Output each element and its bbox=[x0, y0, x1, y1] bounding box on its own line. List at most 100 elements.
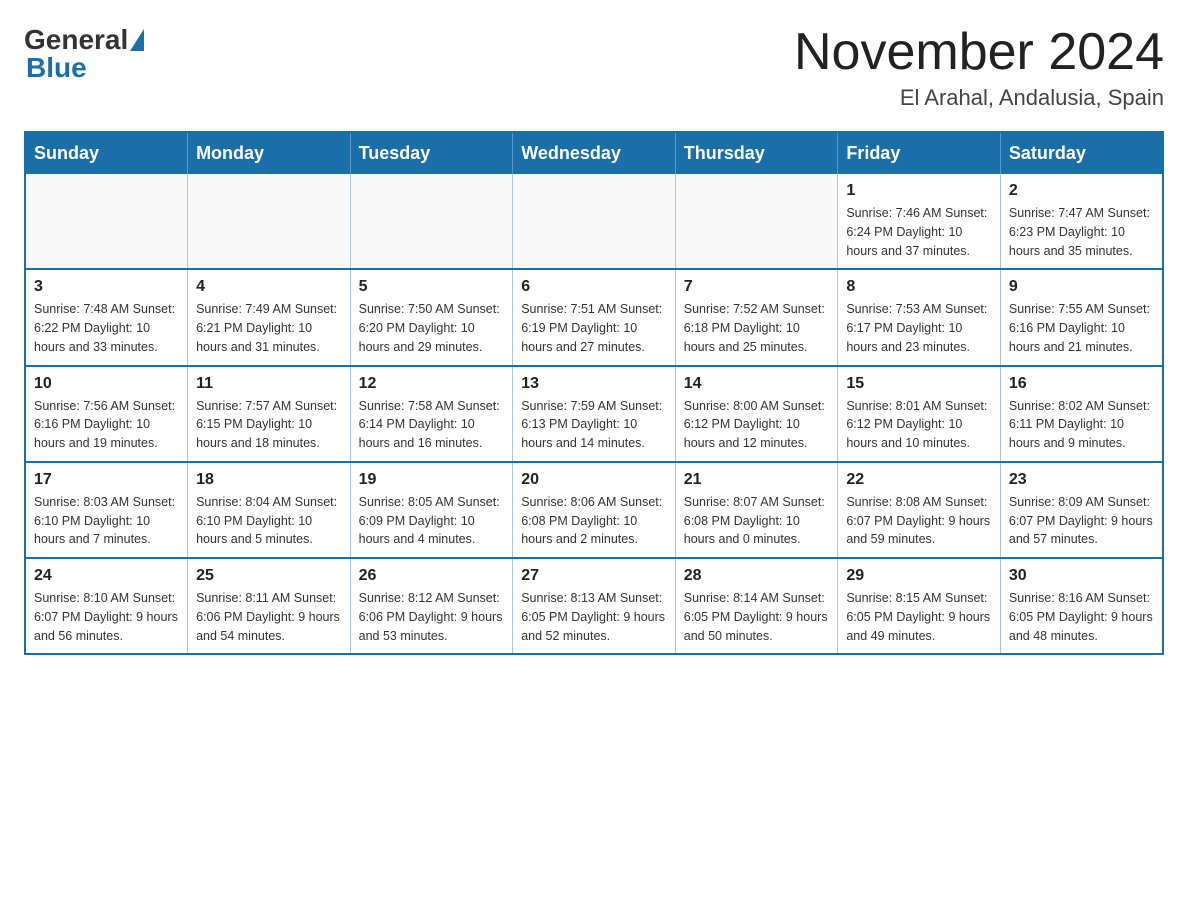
logo-triangle-icon bbox=[130, 29, 144, 51]
day-info: Sunrise: 7:50 AM Sunset: 6:20 PM Dayligh… bbox=[359, 300, 505, 356]
table-row: 3 Sunrise: 7:48 AM Sunset: 6:22 PM Daylig… bbox=[25, 269, 188, 365]
day-info: Sunrise: 7:58 AM Sunset: 6:14 PM Dayligh… bbox=[359, 397, 505, 453]
calendar-week-row: 1 Sunrise: 7:46 AM Sunset: 6:24 PM Daylig… bbox=[25, 174, 1163, 269]
day-number: 1 bbox=[846, 182, 992, 200]
day-number: 7 bbox=[684, 278, 830, 296]
day-info: Sunrise: 8:06 AM Sunset: 6:08 PM Dayligh… bbox=[521, 493, 667, 549]
day-number: 26 bbox=[359, 567, 505, 585]
day-info: Sunrise: 7:53 AM Sunset: 6:17 PM Dayligh… bbox=[846, 300, 992, 356]
table-row: 7 Sunrise: 7:52 AM Sunset: 6:18 PM Daylig… bbox=[675, 269, 838, 365]
day-number: 8 bbox=[846, 278, 992, 296]
day-number: 19 bbox=[359, 471, 505, 489]
day-info: Sunrise: 8:10 AM Sunset: 6:07 PM Dayligh… bbox=[34, 589, 179, 645]
day-info: Sunrise: 7:56 AM Sunset: 6:16 PM Dayligh… bbox=[34, 397, 179, 453]
day-info: Sunrise: 8:08 AM Sunset: 6:07 PM Dayligh… bbox=[846, 493, 992, 549]
day-info: Sunrise: 7:52 AM Sunset: 6:18 PM Dayligh… bbox=[684, 300, 830, 356]
table-row: 15Sunrise: 8:01 AM Sunset: 6:12 PM Dayli… bbox=[838, 366, 1001, 462]
day-number: 16 bbox=[1009, 375, 1154, 393]
day-number: 9 bbox=[1009, 278, 1154, 296]
day-number: 20 bbox=[521, 471, 667, 489]
day-number: 13 bbox=[521, 375, 667, 393]
table-row: 28 Sunrise: 8:14 AM Sunset: 6:05 PM Dayli… bbox=[675, 558, 838, 654]
day-info: Sunrise: 8:13 AM Sunset: 6:05 PM Dayligh… bbox=[521, 589, 667, 645]
day-number: 25 bbox=[196, 567, 342, 585]
table-row: 18 Sunrise: 8:04 AM Sunset: 6:10 PM Dayli… bbox=[188, 462, 351, 558]
calendar-table: Sunday Monday Tuesday Wednesday Thursday… bbox=[24, 131, 1164, 655]
table-row: 2 Sunrise: 7:47 AM Sunset: 6:23 PM Daylig… bbox=[1000, 174, 1163, 269]
day-number: 3 bbox=[34, 278, 179, 296]
table-row: 5Sunrise: 7:50 AM Sunset: 6:20 PM Daylig… bbox=[350, 269, 513, 365]
table-row: 24 Sunrise: 8:10 AM Sunset: 6:07 PM Dayli… bbox=[25, 558, 188, 654]
header-wednesday: Wednesday bbox=[513, 132, 676, 174]
table-row: 10 Sunrise: 7:56 AM Sunset: 6:16 PM Dayli… bbox=[25, 366, 188, 462]
table-row: 21 Sunrise: 8:07 AM Sunset: 6:08 PM Dayli… bbox=[675, 462, 838, 558]
table-row: 17Sunrise: 8:03 AM Sunset: 6:10 PM Dayli… bbox=[25, 462, 188, 558]
day-info: Sunrise: 8:01 AM Sunset: 6:12 PM Dayligh… bbox=[846, 397, 992, 453]
logo-blue-text: Blue bbox=[26, 52, 87, 84]
table-row: 8 Sunrise: 7:53 AM Sunset: 6:17 PM Daylig… bbox=[838, 269, 1001, 365]
table-row: 29Sunrise: 8:15 AM Sunset: 6:05 PM Dayli… bbox=[838, 558, 1001, 654]
logo: General Blue bbox=[24, 24, 146, 84]
day-number: 21 bbox=[684, 471, 830, 489]
day-info: Sunrise: 7:51 AM Sunset: 6:19 PM Dayligh… bbox=[521, 300, 667, 356]
day-number: 27 bbox=[521, 567, 667, 585]
day-number: 12 bbox=[359, 375, 505, 393]
page-header: General Blue November 2024 El Arahal, An… bbox=[24, 24, 1164, 111]
table-row: 23 Sunrise: 8:09 AM Sunset: 6:07 PM Dayli… bbox=[1000, 462, 1163, 558]
table-row: 13 Sunrise: 7:59 AM Sunset: 6:13 PM Dayli… bbox=[513, 366, 676, 462]
table-row: 26Sunrise: 8:12 AM Sunset: 6:06 PM Dayli… bbox=[350, 558, 513, 654]
header-thursday: Thursday bbox=[675, 132, 838, 174]
day-number: 28 bbox=[684, 567, 830, 585]
table-row: 16Sunrise: 8:02 AM Sunset: 6:11 PM Dayli… bbox=[1000, 366, 1163, 462]
day-number: 2 bbox=[1009, 182, 1154, 200]
table-row: 20 Sunrise: 8:06 AM Sunset: 6:08 PM Dayli… bbox=[513, 462, 676, 558]
day-number: 18 bbox=[196, 471, 342, 489]
day-number: 24 bbox=[34, 567, 179, 585]
header-sunday: Sunday bbox=[25, 132, 188, 174]
calendar-week-row: 17Sunrise: 8:03 AM Sunset: 6:10 PM Dayli… bbox=[25, 462, 1163, 558]
day-info: Sunrise: 7:47 AM Sunset: 6:23 PM Dayligh… bbox=[1009, 204, 1154, 260]
table-row: 1 Sunrise: 7:46 AM Sunset: 6:24 PM Daylig… bbox=[838, 174, 1001, 269]
day-info: Sunrise: 7:57 AM Sunset: 6:15 PM Dayligh… bbox=[196, 397, 342, 453]
table-row bbox=[350, 174, 513, 269]
day-info: Sunrise: 7:59 AM Sunset: 6:13 PM Dayligh… bbox=[521, 397, 667, 453]
table-row: 9 Sunrise: 7:55 AM Sunset: 6:16 PM Daylig… bbox=[1000, 269, 1163, 365]
day-info: Sunrise: 7:48 AM Sunset: 6:22 PM Dayligh… bbox=[34, 300, 179, 356]
table-row: 4 Sunrise: 7:49 AM Sunset: 6:21 PM Daylig… bbox=[188, 269, 351, 365]
day-number: 14 bbox=[684, 375, 830, 393]
table-row bbox=[675, 174, 838, 269]
day-info: Sunrise: 8:14 AM Sunset: 6:05 PM Dayligh… bbox=[684, 589, 830, 645]
header-saturday: Saturday bbox=[1000, 132, 1163, 174]
table-row: 12 Sunrise: 7:58 AM Sunset: 6:14 PM Dayli… bbox=[350, 366, 513, 462]
table-row: 27 Sunrise: 8:13 AM Sunset: 6:05 PM Dayli… bbox=[513, 558, 676, 654]
table-row: 19 Sunrise: 8:05 AM Sunset: 6:09 PM Dayli… bbox=[350, 462, 513, 558]
title-block: November 2024 El Arahal, Andalusia, Spai… bbox=[794, 24, 1164, 111]
month-title: November 2024 bbox=[794, 24, 1164, 81]
calendar-week-row: 24 Sunrise: 8:10 AM Sunset: 6:07 PM Dayli… bbox=[25, 558, 1163, 654]
day-info: Sunrise: 7:55 AM Sunset: 6:16 PM Dayligh… bbox=[1009, 300, 1154, 356]
day-number: 6 bbox=[521, 278, 667, 296]
day-info: Sunrise: 8:04 AM Sunset: 6:10 PM Dayligh… bbox=[196, 493, 342, 549]
table-row: 11Sunrise: 7:57 AM Sunset: 6:15 PM Dayli… bbox=[188, 366, 351, 462]
table-row: 14Sunrise: 8:00 AM Sunset: 6:12 PM Dayli… bbox=[675, 366, 838, 462]
day-info: Sunrise: 8:07 AM Sunset: 6:08 PM Dayligh… bbox=[684, 493, 830, 549]
table-row bbox=[513, 174, 676, 269]
table-row bbox=[25, 174, 188, 269]
day-info: Sunrise: 7:49 AM Sunset: 6:21 PM Dayligh… bbox=[196, 300, 342, 356]
weekday-header-row: Sunday Monday Tuesday Wednesday Thursday… bbox=[25, 132, 1163, 174]
day-info: Sunrise: 8:05 AM Sunset: 6:09 PM Dayligh… bbox=[359, 493, 505, 549]
day-info: Sunrise: 7:46 AM Sunset: 6:24 PM Dayligh… bbox=[846, 204, 992, 260]
table-row bbox=[188, 174, 351, 269]
day-number: 10 bbox=[34, 375, 179, 393]
calendar-week-row: 3 Sunrise: 7:48 AM Sunset: 6:22 PM Daylig… bbox=[25, 269, 1163, 365]
day-number: 17 bbox=[34, 471, 179, 489]
day-number: 23 bbox=[1009, 471, 1154, 489]
calendar-week-row: 10 Sunrise: 7:56 AM Sunset: 6:16 PM Dayli… bbox=[25, 366, 1163, 462]
table-row: 22Sunrise: 8:08 AM Sunset: 6:07 PM Dayli… bbox=[838, 462, 1001, 558]
header-tuesday: Tuesday bbox=[350, 132, 513, 174]
day-number: 4 bbox=[196, 278, 342, 296]
day-number: 29 bbox=[846, 567, 992, 585]
day-info: Sunrise: 8:11 AM Sunset: 6:06 PM Dayligh… bbox=[196, 589, 342, 645]
day-info: Sunrise: 8:09 AM Sunset: 6:07 PM Dayligh… bbox=[1009, 493, 1154, 549]
header-friday: Friday bbox=[838, 132, 1001, 174]
